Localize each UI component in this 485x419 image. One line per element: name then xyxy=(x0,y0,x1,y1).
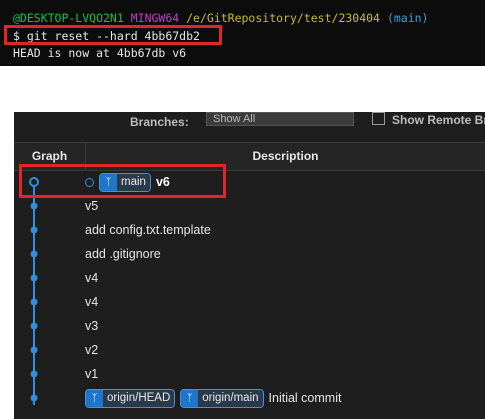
commit-message: v5 xyxy=(85,199,99,213)
terminal-output: HEAD is now at 4bb67db v6 xyxy=(13,46,187,60)
git-graph-panel: Branches: Show All Show Remote Branches … xyxy=(0,112,485,419)
commit-row[interactable]: add config.txt.template xyxy=(14,218,485,242)
show-remote-checkbox[interactable] xyxy=(372,112,385,125)
branch-icon: ᛉ xyxy=(86,389,103,407)
commit-row[interactable]: v1 xyxy=(14,362,485,386)
commit-row[interactable]: v2 xyxy=(14,338,485,362)
commit-message: Initial commit xyxy=(268,391,342,405)
commit-message: v3 xyxy=(85,319,99,333)
commit-message: v2 xyxy=(85,343,99,357)
commit-row[interactable]: v4 xyxy=(14,290,485,314)
head-commit-highlight-box xyxy=(19,164,226,198)
branches-filter-label: Branches: xyxy=(130,115,189,129)
commit-row[interactable]: add .gitignore xyxy=(14,242,485,266)
prompt-user: @DESKTOP-LVQO2N1 xyxy=(13,11,124,25)
terminal-window: @DESKTOP-LVQO2N1 MINGW64 /e/GitRepositor… xyxy=(0,0,485,66)
command-highlight-box xyxy=(4,25,222,45)
commit-row[interactable]: ᛉ origin/HEAD ᛉ origin/main Initial comm… xyxy=(14,386,485,410)
branches-filter-select[interactable]: Show All xyxy=(206,112,354,126)
terminal-prompt: @DESKTOP-LVQO2N1 MINGW64 /e/GitRepositor… xyxy=(13,11,428,26)
prompt-branch: (main) xyxy=(386,11,429,25)
commit-row[interactable]: v3 xyxy=(14,314,485,338)
prompt-path: /e/GitRepository/test/230404 xyxy=(186,11,380,25)
branch-icon: ᛉ xyxy=(181,389,199,407)
commit-message: add .gitignore xyxy=(85,247,161,261)
commit-message: add config.txt.template xyxy=(85,223,211,237)
branch-badge-origin-head[interactable]: ᛉ origin/HEAD xyxy=(85,388,176,408)
panel-left-margin xyxy=(0,112,14,419)
prompt-env: MINGW64 xyxy=(130,11,180,25)
commit-message: v4 xyxy=(85,295,99,309)
branch-badge-origin-main[interactable]: ᛉ origin/main xyxy=(180,388,264,408)
commit-row[interactable]: v4 xyxy=(14,266,485,290)
commit-message: v1 xyxy=(85,367,99,381)
show-remote-label: Show Remote Branches xyxy=(392,113,485,127)
filter-bar: Branches: Show All Show Remote Branches xyxy=(14,112,485,134)
commit-message: v4 xyxy=(85,271,99,285)
